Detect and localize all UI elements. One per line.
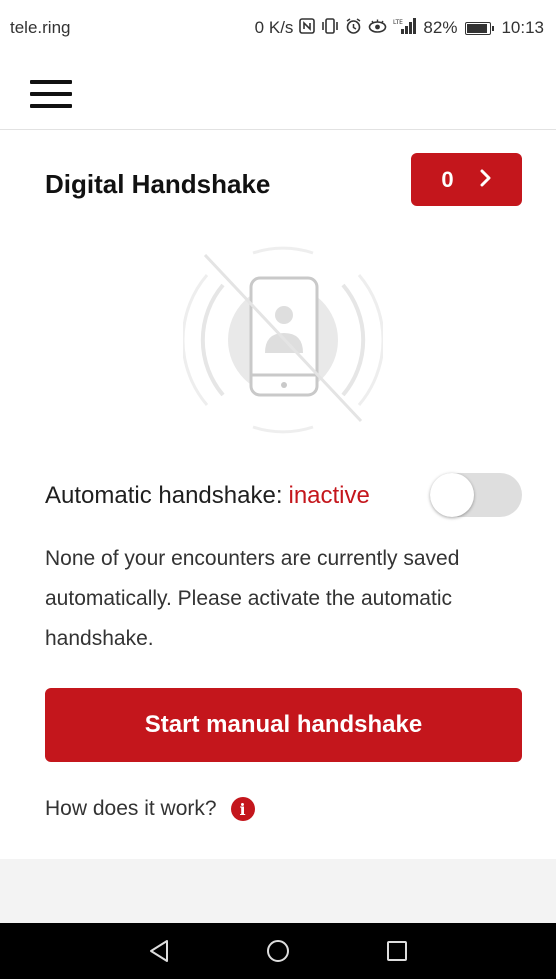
chevron-right-icon [480, 167, 492, 193]
automatic-handshake-row: Automatic handshake: inactive [45, 471, 523, 521]
handshake-count: 0 [441, 166, 454, 192]
status-icons: 0 K/s LTE 82% 10:13 [254, 17, 544, 39]
footer-band [0, 859, 556, 923]
switch-knob [430, 473, 474, 517]
clock: 10:13 [501, 18, 544, 37]
system-nav-bar [0, 923, 556, 979]
network-speed: 0 K/s [254, 18, 294, 37]
page-title: Digital Handshake [45, 169, 271, 199]
automatic-handshake-switch[interactable] [430, 473, 522, 517]
alarm-icon [345, 17, 362, 39]
info-icon[interactable]: i [230, 797, 255, 821]
status-bar: tele.ring 0 K/s LTE 82% 10:13 [0, 0, 556, 56]
automatic-handshake-label: Automatic handshake: [45, 482, 283, 509]
status-description: None of your encounters are currently sa… [45, 547, 460, 650]
carrier-name: tele.ring [10, 18, 71, 37]
handshake-count-button[interactable]: 0 [411, 153, 522, 206]
start-manual-handshake-button[interactable]: Start manual handshake [45, 688, 522, 762]
back-triangle-icon[interactable] [139, 931, 179, 971]
eye-comfort-icon [368, 19, 387, 38]
svg-text:LTE: LTE [393, 19, 403, 26]
nfc-icon [299, 18, 316, 38]
vibrate-icon [321, 18, 339, 38]
battery-percent: 82% [423, 18, 458, 37]
how-does-it-work-link[interactable]: How does it work? i [45, 791, 255, 827]
automatic-handshake-status: inactive [288, 482, 370, 509]
app-screen: tele.ring 0 K/s LTE 82% 10:13 Digital Ha… [0, 0, 556, 979]
home-circle-icon[interactable] [258, 931, 298, 971]
recents-square-icon[interactable] [377, 931, 417, 971]
how-does-it-work-text: How does it work? [45, 797, 217, 820]
hamburger-menu-icon[interactable] [30, 80, 72, 108]
lte-signal-icon: LTE [393, 18, 417, 38]
app-bar [0, 56, 556, 130]
main-content: Digital Handshake 0 Automatic handshake:… [0, 131, 556, 859]
phone-person-crossed-icon [181, 245, 385, 435]
battery-icon [465, 21, 495, 35]
